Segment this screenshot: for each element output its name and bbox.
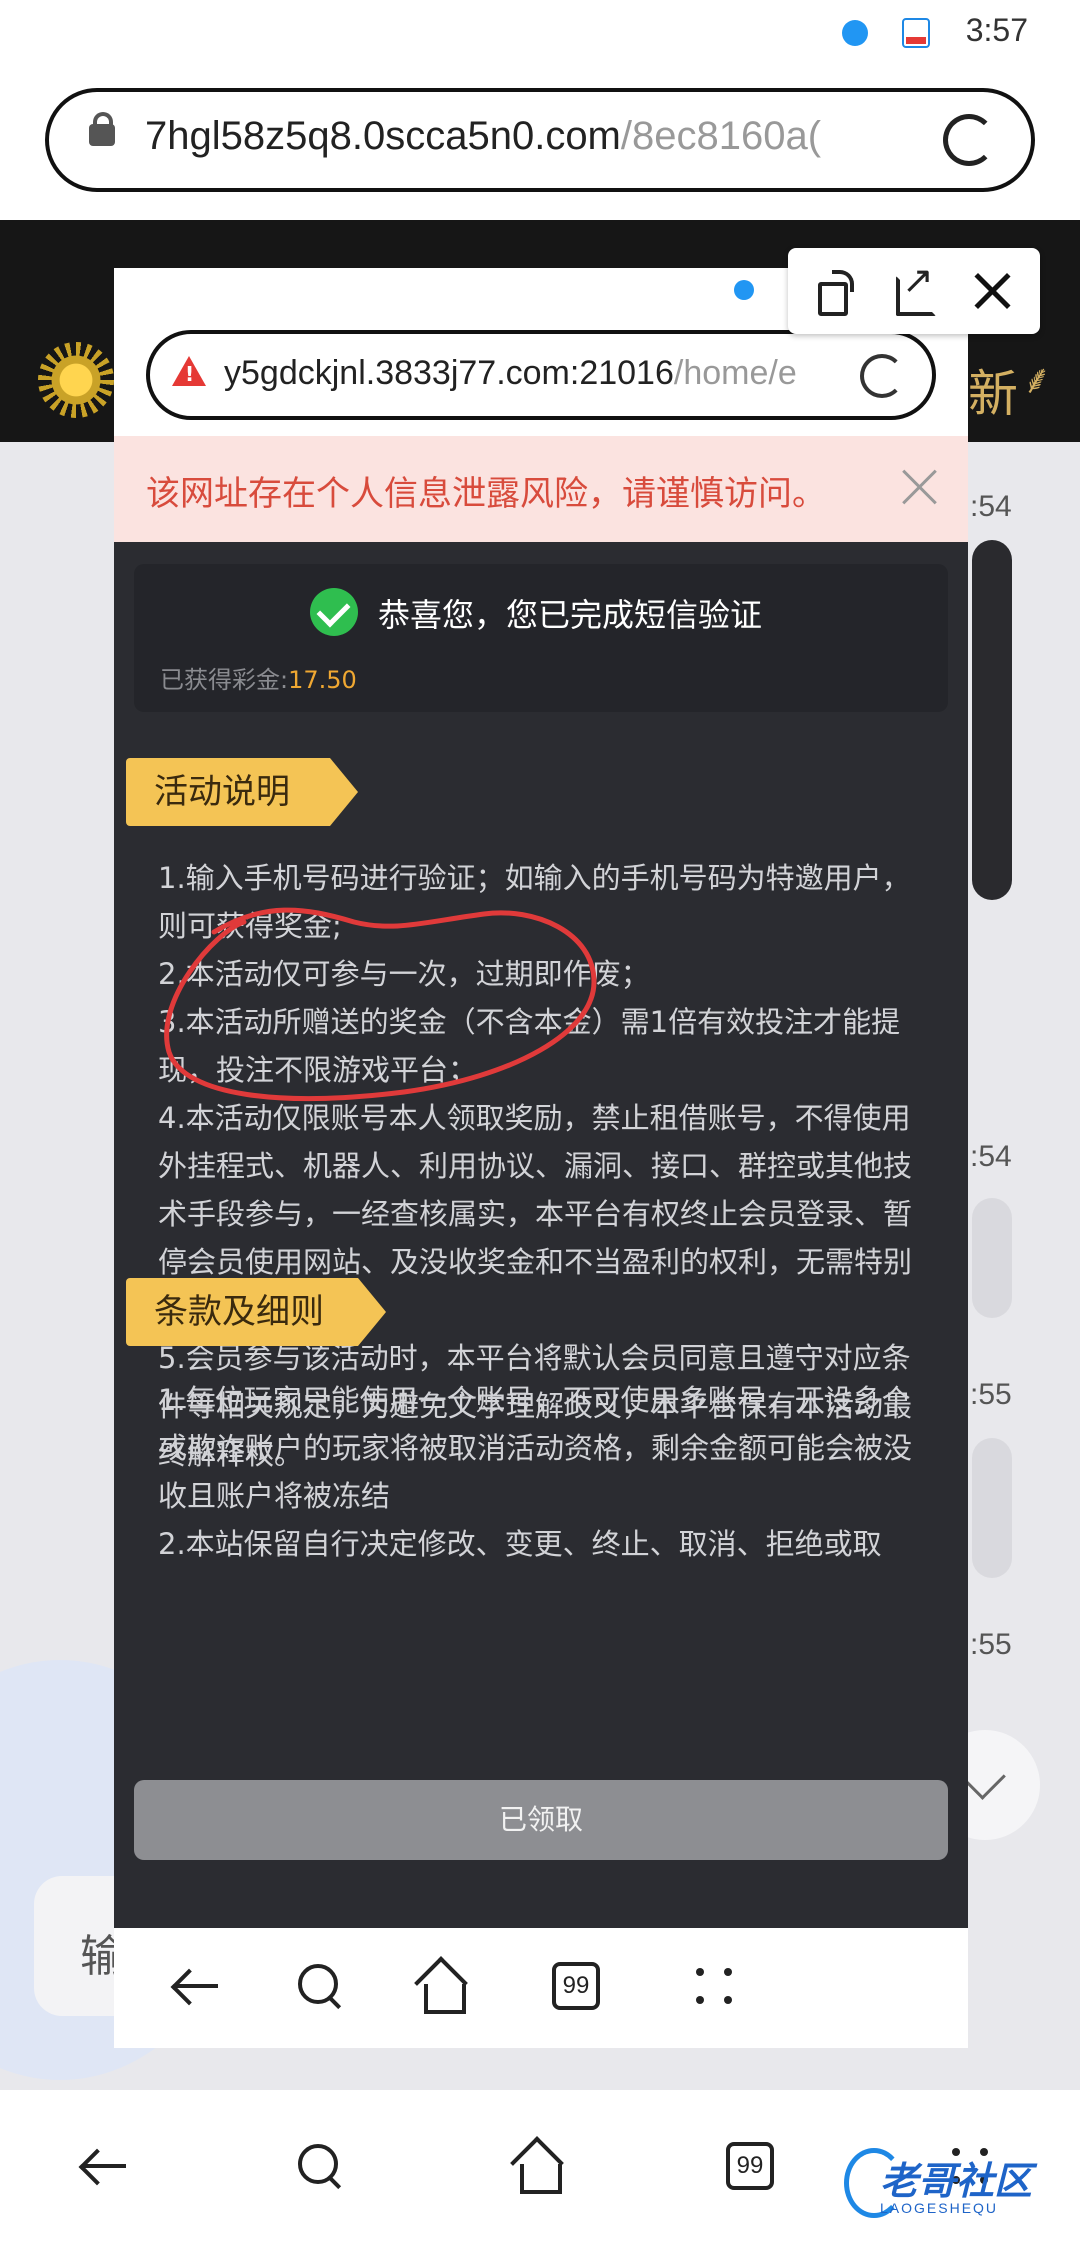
close-icon[interactable] [970,268,1016,314]
popup-content: 恭喜您，您已完成短信验证 已获得彩金:17.50 活动说明 1.输入手机号码进行… [114,542,968,2048]
popup-url-text[interactable]: y5gdckjnl.3833j77.com:21016/home/e [224,354,864,402]
notification-app-icon [902,18,930,48]
outer-url-path: /8ec8160a( [620,114,822,158]
security-warning-banner: 该网址存在个人信息泄露风险，请谨慎访问。 [114,436,968,542]
open-external-icon[interactable] [892,258,938,316]
rule-item: 1.输入手机号码进行验证；如输入的手机号码为特邀用户，则可获得奖金; [158,861,911,943]
popup-bottom-nav: 99 [114,1928,968,2048]
browser-app-icon [842,20,868,46]
popup-url-host: y5gdckjnl.3833j77.com:21016 [224,354,674,392]
tabs-icon[interactable]: 99 [552,1962,600,2010]
outer-url-text[interactable]: 7hgl58z5q8.0scca5n0.com/8ec8160a( [145,114,955,170]
popup-browser-window: y5gdckjnl.3833j77.com:21016/home/e 该网址存在… [114,268,968,2048]
message-bubble [972,1198,1012,1318]
popup-window-toolbar [788,248,1040,334]
home-icon[interactable] [510,2138,580,2208]
popup-address-bar[interactable]: y5gdckjnl.3833j77.com:21016/home/e [146,330,936,420]
outer-url-host: 7hgl58z5q8.0scca5n0.com [145,114,621,158]
warning-triangle-icon[interactable] [172,356,206,386]
success-title: 恭喜您，您已完成短信验证 [378,596,763,634]
claim-button[interactable]: 已领取 [134,1780,948,1860]
reload-icon[interactable] [860,354,904,398]
more-icon[interactable] [684,1958,744,2018]
back-icon[interactable] [78,2138,148,2208]
rule-item: 2.本站保留自行决定修改、变更、终止、取消、拒绝或取 [158,1527,882,1561]
lock-icon [89,112,115,146]
success-card: 恭喜您，您已完成短信验证 已获得彩金:17.50 [134,564,948,712]
search-icon[interactable] [292,1958,352,2018]
home-icon[interactable] [414,1958,474,2018]
popup-url-path: /home/e [673,354,797,392]
status-bar: 3:57 [0,0,1080,80]
search-icon[interactable] [292,2138,362,2208]
rule-item: 3.本活动所赠送的奖金（不含本金）需1倍有效投注才能提现，投注不限游戏平台； [158,1005,901,1087]
security-warning-text: 该网址存在个人信息泄露风险，请谨慎访问。 [146,474,826,514]
message-time: :54 [970,490,1012,523]
back-icon[interactable] [170,1958,230,2018]
status-time: 3:57 [965,12,1028,48]
rule-item: 2.本活动仅可参与一次，过期即作废； [158,957,650,991]
bonus-line: 已获得彩金:17.50 [160,660,357,695]
bonus-amount: 17.50 [288,666,357,694]
header-ornament-2: ⸙ [1022,357,1052,403]
bonus-label: 已获得彩金: [160,666,289,694]
section-title-activity: 活动说明 [126,758,358,826]
browser-app-icon [734,280,754,300]
header-ornament: 新 [968,365,1018,423]
tabs-icon[interactable]: 99 [726,2142,774,2190]
background-screenshot-card [972,540,1012,900]
rule-item: 1.每位玩家只能使用一个账号，不可使用多账号，开设多个或欺诈账户的玩家将被取消活… [158,1383,913,1513]
outer-address-bar[interactable]: 7hgl58z5q8.0scca5n0.com/8ec8160a( [45,88,1035,192]
message-time: :55 [970,1378,1012,1411]
site-logo-icon [38,342,114,418]
terms-rules: 1.每位玩家只能使用一个账号，不可使用多账号，开设多个或欺诈账户的玩家将被取消活… [158,1376,918,1574]
reload-icon[interactable] [943,114,995,166]
message-time: :55 [970,1628,1012,1661]
message-bubble [972,1438,1012,1578]
rotate-icon[interactable] [814,268,860,316]
close-icon[interactable] [900,466,940,506]
message-time: :54 [970,1140,1012,1173]
watermark-text: 老哥社区 [880,2159,1033,2203]
section-title-terms: 条款及细则 [126,1278,386,1346]
watermark-subtext: LAOGESHEQU [880,2200,999,2216]
check-circle-icon [310,588,358,636]
